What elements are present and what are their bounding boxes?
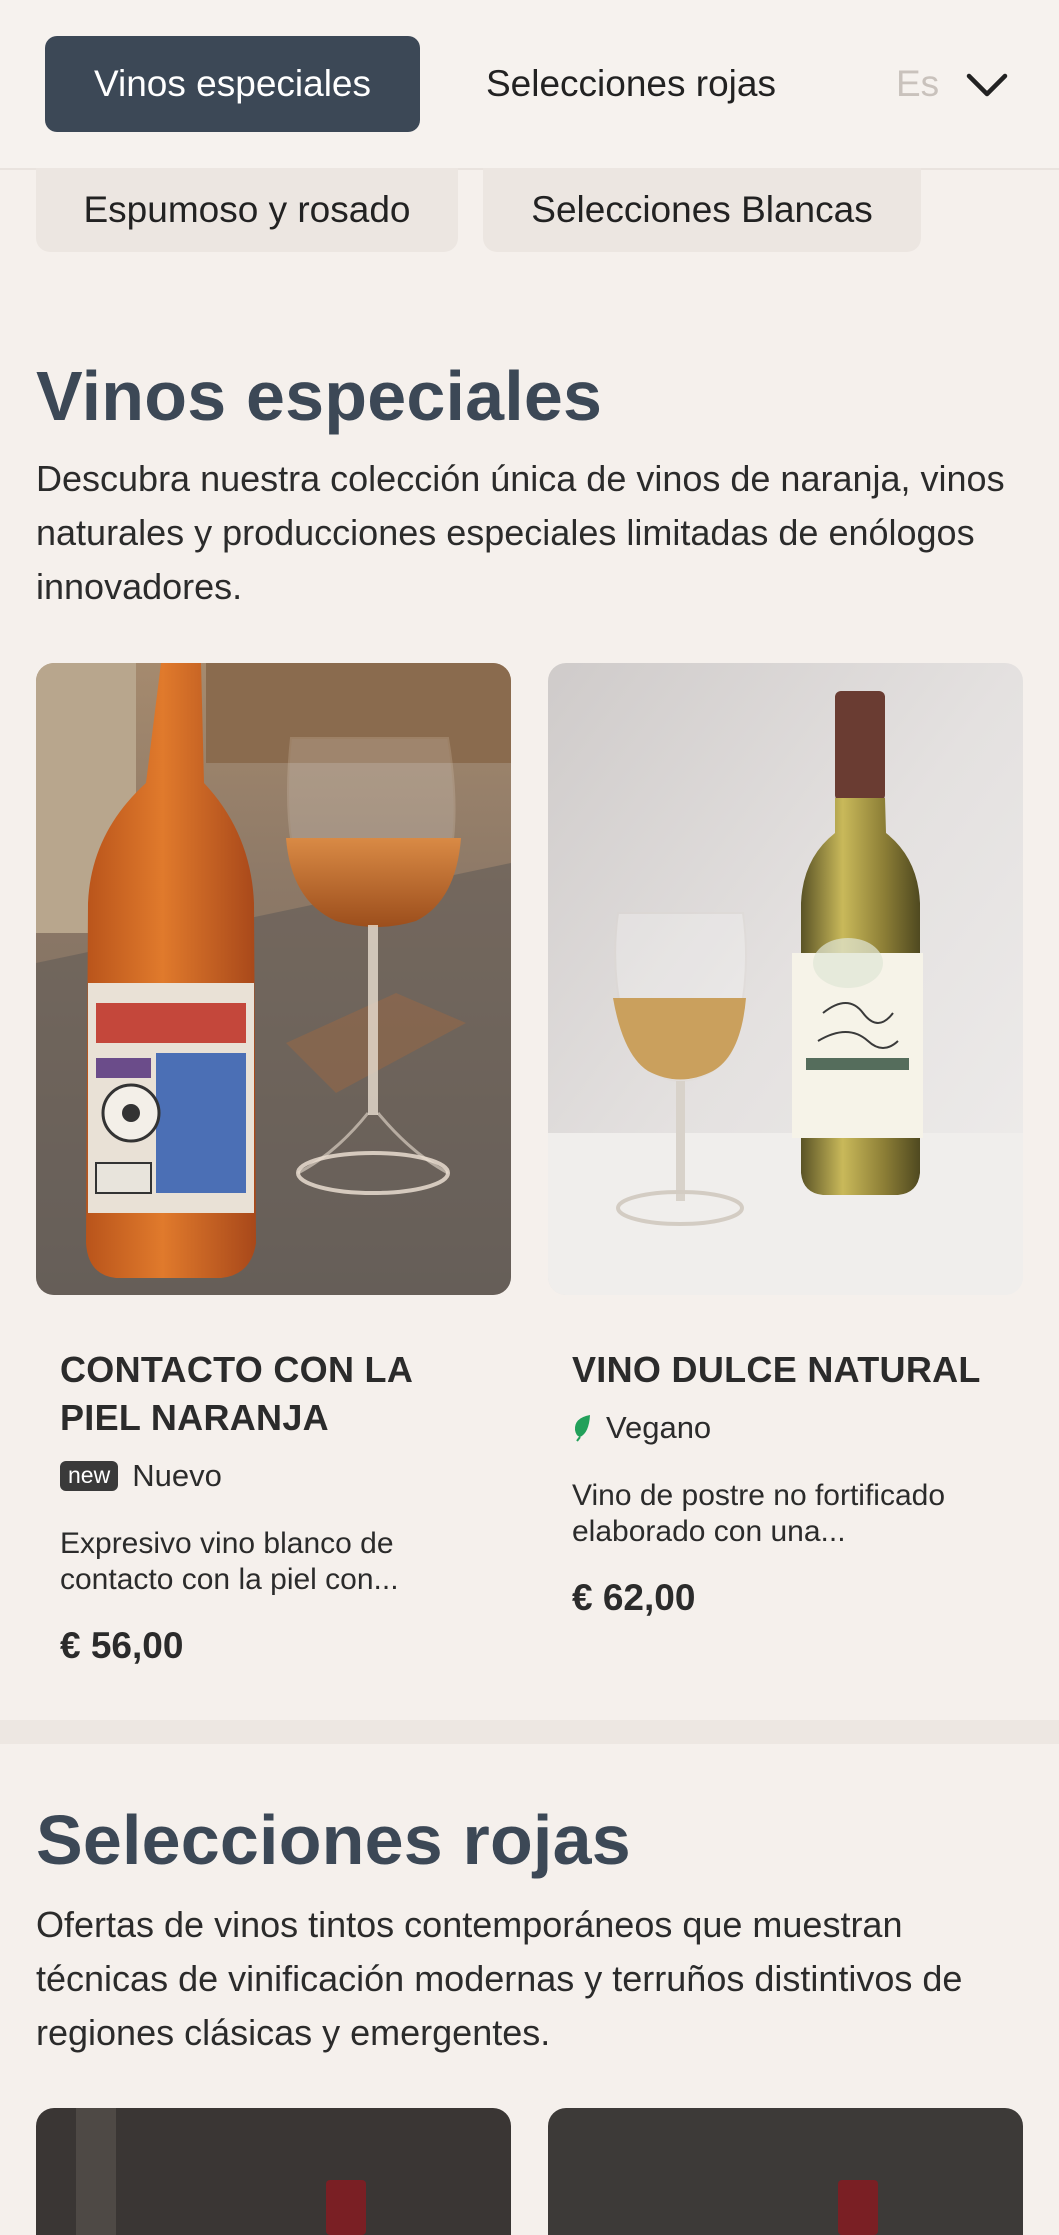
section-title-selecciones-rojas: Selecciones rojas xyxy=(36,1801,631,1879)
section-description: Descubra nuestra colección única de vino… xyxy=(36,458,1005,607)
chip-selecciones-blancas[interactable]: Selecciones Blancas xyxy=(483,168,921,252)
product-description-1: Expresivo vino blanco de contacto con la… xyxy=(60,1527,399,1596)
product-description-2: Vino de postre no fortificado elaborado … xyxy=(572,1479,946,1548)
category-tab-bar: Vinos especiales Selecciones rojas Es xyxy=(0,0,1059,170)
product-tag-vegan: Vegano xyxy=(572,1410,711,1446)
product-name-2[interactable]: VINO DULCE NATURAL xyxy=(572,1346,992,1394)
section-divider xyxy=(0,1720,1059,1744)
tab-partial-next[interactable]: Es xyxy=(896,36,939,132)
section-title-vinos-especiales: Vinos especiales xyxy=(36,357,603,435)
chip-espumoso-rosado[interactable]: Espumoso y rosado xyxy=(36,168,458,252)
product-tag-new: new Nuevo xyxy=(60,1458,222,1494)
product-price-1: € 56,00 xyxy=(60,1625,184,1666)
product-tag-label: Nuevo xyxy=(132,1458,222,1493)
chevron-down-icon[interactable] xyxy=(960,58,1014,112)
section-description: Ofertas de vinos tintos contemporáneos q… xyxy=(36,1904,963,2053)
product-image-orange-wine[interactable] xyxy=(36,663,511,1295)
leaf-icon xyxy=(572,1414,592,1442)
product-price-2: € 62,00 xyxy=(572,1577,696,1618)
new-badge: new xyxy=(60,1461,119,1491)
product-image-dessert-wine[interactable] xyxy=(548,663,1023,1295)
tab-vinos-especiales[interactable]: Vinos especiales xyxy=(45,36,420,132)
product-image-red-wine-1[interactable] xyxy=(36,2108,511,2235)
tab-selecciones-rojas[interactable]: Selecciones rojas xyxy=(486,36,776,132)
product-name-1[interactable]: CONTACTO CON LA PIEL NARANJA xyxy=(60,1346,480,1442)
product-tag-label: Vegano xyxy=(606,1410,712,1445)
product-image-red-wine-2[interactable] xyxy=(548,2108,1023,2235)
